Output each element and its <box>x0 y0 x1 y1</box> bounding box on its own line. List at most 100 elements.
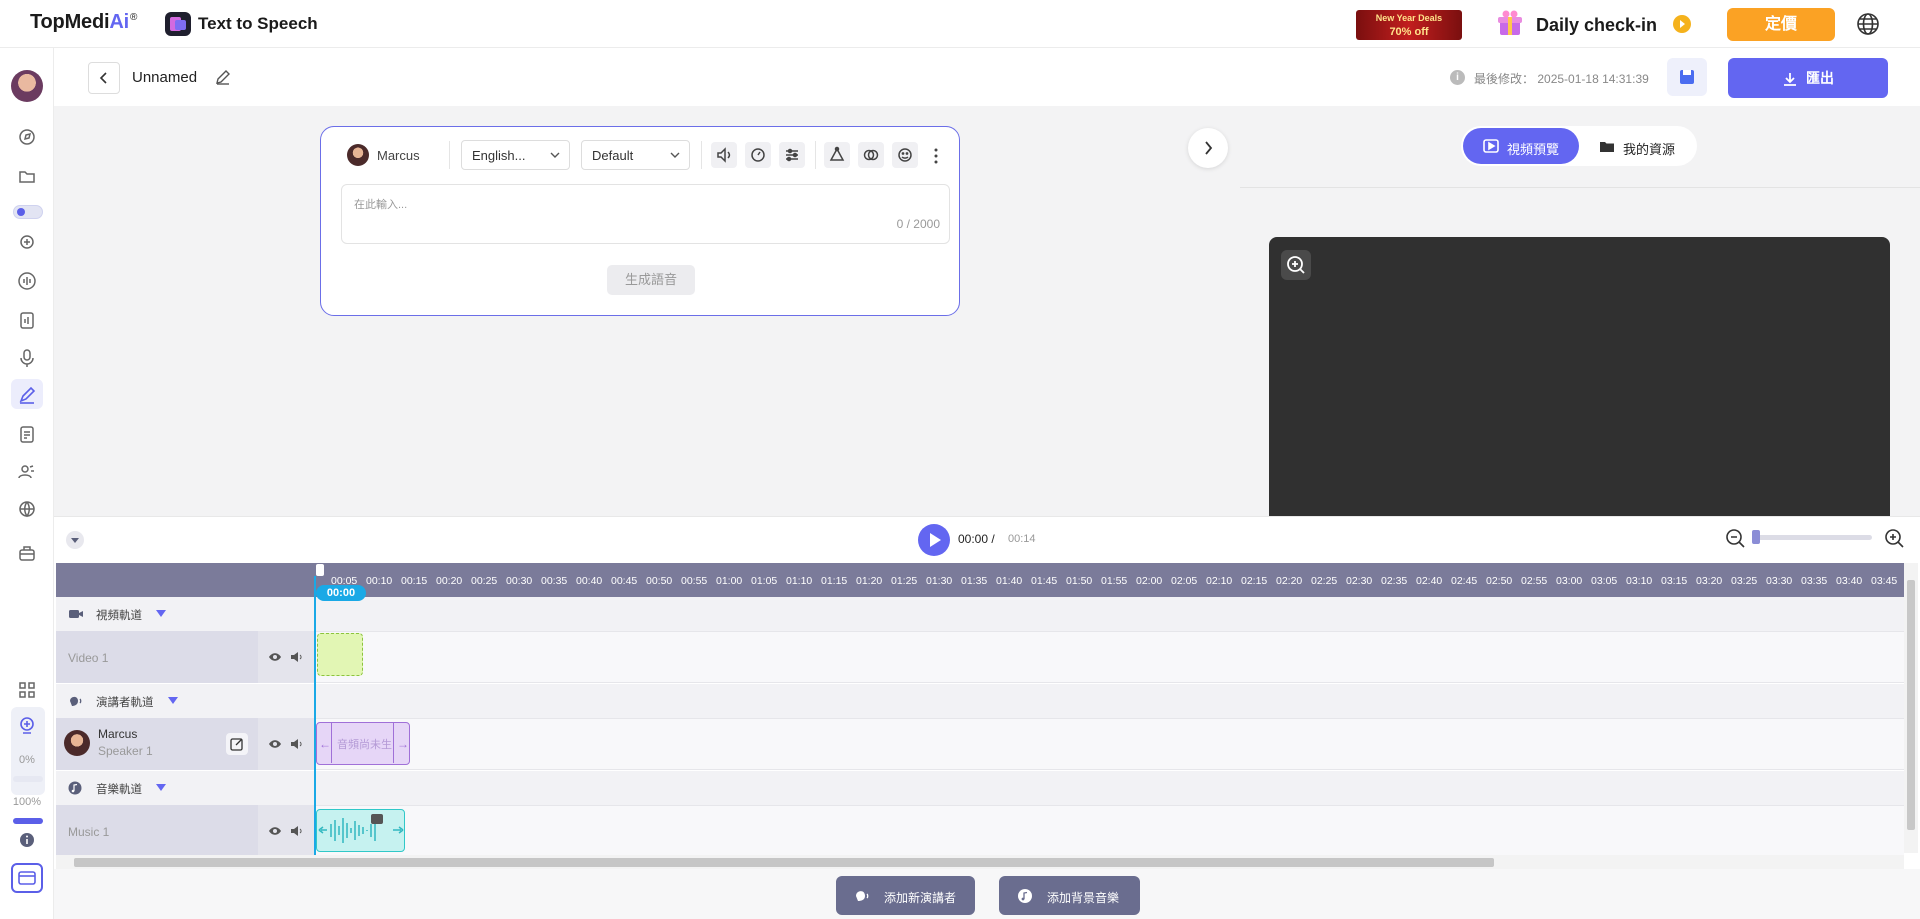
playhead-handle[interactable] <box>316 564 324 576</box>
ruler-tick-label: 03:25 <box>1731 575 1758 587</box>
caret-down-icon[interactable] <box>168 697 178 704</box>
export-button[interactable]: 匯出 <box>1728 58 1888 98</box>
zoom-in-icon[interactable] <box>1281 250 1311 280</box>
more-vertical-icon[interactable] <box>930 146 942 166</box>
ruler-tick-label: 00:35 <box>541 575 568 587</box>
add-speaker-button[interactable]: 添加新演講者 <box>836 876 975 915</box>
brand-logo[interactable]: TopMediAi® <box>30 11 137 34</box>
tab-my-resources-label: 我的資源 <box>1623 142 1676 157</box>
generate-speech-button[interactable]: 生成語音 <box>607 265 695 295</box>
audio-file-icon[interactable] <box>16 309 38 331</box>
script-text-input[interactable] <box>341 184 950 244</box>
info-icon[interactable] <box>18 831 36 849</box>
globe-icon[interactable] <box>1855 11 1881 37</box>
app-icon <box>165 12 191 36</box>
ruler-tick-label: 01:20 <box>856 575 883 587</box>
eye-icon[interactable] <box>268 738 282 750</box>
playhead-time[interactable]: 00:00 <box>316 585 366 601</box>
tab-video-preview[interactable]: 視頻預覽 <box>1463 128 1579 164</box>
waveform-icon[interactable] <box>16 270 38 292</box>
zoom-slider[interactable] <box>1752 535 1872 540</box>
play-arrow-icon[interactable] <box>1673 15 1691 33</box>
vertical-scrollbar-thumb[interactable] <box>1907 580 1915 830</box>
speaker-head-icon <box>854 888 870 904</box>
add-music-button[interactable]: 添加背景音樂 <box>999 876 1140 915</box>
document-icon[interactable] <box>16 423 38 445</box>
waveform-icon <box>317 810 405 851</box>
folder-icon[interactable] <box>16 165 38 187</box>
language-select[interactable]: English... <box>461 140 570 170</box>
caret-down-icon[interactable] <box>156 784 166 791</box>
mode-toggle[interactable] <box>13 205 43 219</box>
volume-icon[interactable] <box>711 142 737 168</box>
language-value: English... <box>472 148 526 163</box>
video-track-header: Video 1 <box>56 631 258 683</box>
toolbar-divider <box>815 141 816 169</box>
caret-down-icon[interactable] <box>156 610 166 617</box>
users-icon[interactable] <box>16 461 38 483</box>
pen-icon[interactable] <box>16 384 38 406</box>
apps-grid-icon[interactable] <box>16 679 38 701</box>
voice-clone-icon[interactable] <box>16 232 38 254</box>
speed-icon[interactable] <box>745 142 771 168</box>
ruler-tick-label: 02:45 <box>1451 575 1478 587</box>
ruler-tick-label: 02:20 <box>1276 575 1303 587</box>
microphone-icon[interactable] <box>16 347 38 369</box>
ruler-tick-label: 02:35 <box>1381 575 1408 587</box>
video-track-controls <box>258 631 314 683</box>
speaker-volume-icon[interactable] <box>290 825 304 837</box>
chevron-right-icon[interactable] <box>1188 128 1228 168</box>
speaker-name[interactable]: Marcus <box>377 148 420 163</box>
gift-icon[interactable] <box>1495 8 1525 38</box>
toolbox-icon[interactable] <box>16 542 38 564</box>
caret-down-icon[interactable] <box>66 531 84 549</box>
zoom-slider-handle[interactable] <box>1752 530 1760 544</box>
speech-clip-text: 音頻尚未生 <box>337 739 392 751</box>
music-track-header: Music 1 <box>56 805 258 857</box>
emotion-icon[interactable] <box>892 142 918 168</box>
ruler-tick-label: 01:30 <box>926 575 953 587</box>
video-group-label: 視頻軌道 <box>96 610 142 622</box>
video-camera-icon <box>68 607 83 621</box>
arrow-right-icon: → <box>397 737 409 751</box>
speaker-volume-icon[interactable] <box>290 651 304 663</box>
ruler-tick-label: 01:45 <box>1031 575 1058 587</box>
play-button[interactable] <box>918 524 950 556</box>
speaker-volume-icon[interactable] <box>290 738 304 750</box>
edit-icon[interactable] <box>214 68 232 86</box>
clip-handle-right[interactable] <box>393 723 394 763</box>
zoom-out-icon[interactable] <box>1724 527 1746 549</box>
zoom-in-icon[interactable] <box>1883 527 1905 549</box>
avatar[interactable] <box>11 70 43 102</box>
edit-speaker-icon[interactable] <box>226 733 248 755</box>
promo-banner[interactable]: New Year Deals 70% off <box>1356 10 1462 40</box>
pricing-button[interactable]: 定價 <box>1727 8 1835 41</box>
back-button[interactable] <box>88 62 120 94</box>
globe-icon[interactable] <box>16 498 38 520</box>
pronunciation-icon[interactable] <box>824 142 850 168</box>
promo-line1: New Year Deals <box>1375 13 1443 23</box>
speech-clip[interactable]: ← 音頻尚未生 → <box>316 722 410 765</box>
save-button[interactable] <box>1667 58 1707 96</box>
settings-sliders-icon[interactable] <box>779 142 805 168</box>
eye-icon[interactable] <box>268 825 282 837</box>
music-clip[interactable] <box>316 809 405 852</box>
video-play-icon <box>1483 138 1499 154</box>
compass-icon[interactable] <box>16 126 38 148</box>
horizontal-scrollbar-thumb[interactable] <box>74 858 1494 867</box>
blend-icon[interactable] <box>858 142 884 168</box>
ruler-tick-label: 00:20 <box>436 575 463 587</box>
video-clip-placeholder[interactable] <box>317 633 363 676</box>
tab-my-resources[interactable]: 我的資源 <box>1583 128 1695 164</box>
speaker-avatar[interactable] <box>347 144 369 166</box>
daily-checkin-link[interactable]: Daily check-in <box>1536 15 1657 36</box>
ruler-tick-label: 01:50 <box>1066 575 1093 587</box>
subscription-card-button[interactable] <box>11 863 43 893</box>
eye-icon[interactable] <box>268 651 282 663</box>
voice-style-select[interactable]: Default <box>581 140 690 170</box>
project-name[interactable]: Unnamed <box>132 69 197 86</box>
add-speaker-label: 添加新演講者 <box>884 891 957 905</box>
bottom-bar <box>54 869 1920 919</box>
clip-handle-left[interactable] <box>331 723 332 763</box>
info-icon: i <box>1450 70 1465 85</box>
